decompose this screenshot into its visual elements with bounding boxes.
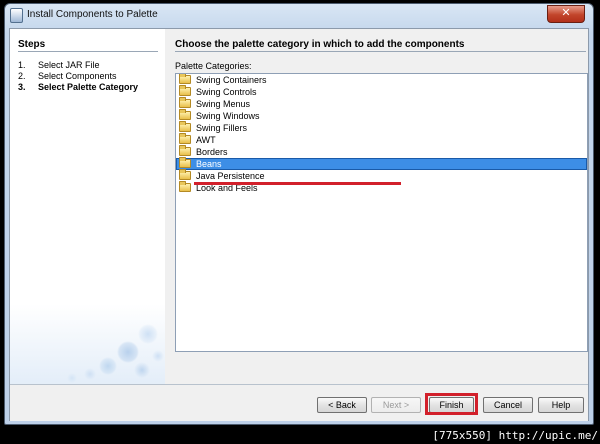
step-number: 1. — [18, 60, 26, 70]
steps-panel: Steps 1. Select JAR File 2. Select Compone… — [10, 29, 165, 384]
category-item-swing-controls[interactable]: Swing Controls — [176, 85, 587, 98]
back-button[interactable]: < Back — [317, 397, 367, 413]
folder-icon — [179, 121, 191, 132]
palette-category-list[interactable]: Swing Containers Swing Controls Swing Me… — [175, 73, 588, 352]
category-item-awt[interactable]: AWT — [176, 133, 587, 146]
content-divider — [175, 51, 586, 52]
step-number: 3. — [18, 82, 26, 92]
watermark-text: [775x550] http://upic.me/ — [432, 429, 598, 442]
dialog-client: Steps 1. Select JAR File 2. Select Compone… — [9, 28, 589, 421]
category-item-swing-fillers[interactable]: Swing Fillers — [176, 121, 587, 134]
folder-icon — [179, 133, 191, 144]
folder-icon — [179, 145, 191, 156]
help-button[interactable]: Help — [538, 397, 584, 413]
category-item-swing-menus[interactable]: Swing Menus — [176, 97, 587, 110]
folder-icon — [179, 169, 191, 180]
step-item-current: 3. Select Palette Category — [18, 82, 138, 93]
window-icon — [10, 8, 23, 23]
folder-icon — [179, 85, 191, 96]
cancel-button[interactable]: Cancel — [483, 397, 533, 413]
category-item-java-persistence[interactable]: Java Persistence — [176, 169, 587, 182]
step-number: 2. — [18, 71, 26, 81]
title-bar[interactable]: Install Components to Palette ✕ — [5, 4, 593, 26]
step-label: Select Components — [38, 71, 117, 81]
finish-highlight-box — [425, 393, 478, 415]
content-heading: Choose the palette category in which to … — [175, 39, 465, 50]
palette-categories-label: Palette Categories: — [175, 61, 252, 71]
steps-title: Steps — [18, 39, 46, 50]
folder-icon — [179, 97, 191, 108]
red-annotation-underline — [194, 182, 401, 185]
steps-divider — [18, 51, 158, 52]
folder-icon — [179, 74, 191, 84]
category-item-swing-containers[interactable]: Swing Containers — [176, 74, 587, 86]
folder-icon — [179, 157, 191, 168]
dialog-window: Install Components to Palette ✕ Steps 1.… — [4, 3, 594, 425]
close-icon[interactable]: ✕ — [547, 5, 585, 23]
category-item-swing-windows[interactable]: Swing Windows — [176, 109, 587, 122]
folder-icon — [179, 109, 191, 120]
button-bar: < Back Next > Finish Cancel Help — [10, 384, 588, 421]
step-label: Select Palette Category — [38, 82, 139, 92]
steps-list: 1. Select JAR File 2. Select Components 3.… — [18, 60, 138, 93]
next-button[interactable]: Next > — [371, 397, 421, 413]
step-label: Select JAR File — [38, 60, 100, 70]
step-item: 1. Select JAR File — [18, 60, 138, 71]
category-item-borders[interactable]: Borders — [176, 145, 587, 158]
folder-icon — [179, 181, 191, 192]
window-title: Install Components to Palette — [27, 9, 158, 20]
category-item-beans[interactable]: Beans — [176, 157, 587, 170]
decorative-bubbles — [10, 304, 165, 384]
step-item: 2. Select Components — [18, 71, 138, 82]
